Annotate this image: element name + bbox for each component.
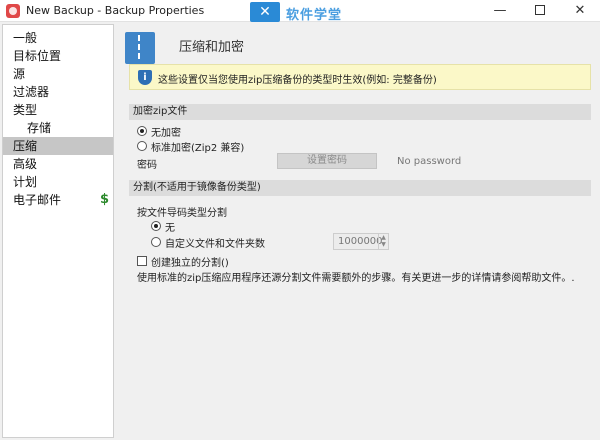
split-custom-radio[interactable]	[151, 237, 161, 247]
app-icon	[6, 4, 20, 18]
stepper-arrows-icon[interactable]: ▲ ▼	[378, 234, 388, 249]
set-password-button[interactable]: 设置密码	[277, 153, 377, 169]
no-encryption-radio[interactable]	[137, 126, 147, 136]
split-group-header: 分割(不适用于镜像备份类型)	[129, 180, 591, 196]
split-count-stepper[interactable]: 1000000 ▲ ▼	[333, 233, 389, 250]
split-count-value: 1000000	[338, 236, 383, 247]
dollar-icon: $	[99, 192, 109, 207]
split-note: 使用标准的zip压缩应用程序还源分割文件需要额外的步骤。有关更进一步的详情请参阅…	[137, 273, 575, 284]
sidebar-item-destination[interactable]: 目标位置	[3, 47, 113, 65]
standard-encryption-radio[interactable]	[137, 141, 147, 151]
separate-split-checkbox[interactable]	[137, 256, 147, 266]
sidebar-item-filters[interactable]: 过滤器	[3, 83, 113, 101]
separate-split-label[interactable]: 创建独立的分割()	[151, 254, 229, 269]
split-by-label: 按文件导码类型分割	[137, 208, 227, 219]
maximize-button[interactable]	[520, 0, 560, 22]
minimize-button[interactable]: —	[480, 0, 520, 22]
sidebar-item-type[interactable]: 类型	[3, 101, 113, 119]
sidebar-item-advanced[interactable]: 高级	[3, 155, 113, 173]
split-custom-label[interactable]: 自定义文件和文件夹数	[165, 235, 265, 250]
watermark-logo-icon: ✕	[250, 2, 280, 22]
compression-panel: 压缩和加密 i 这些设置仅当您使用zip压缩备份的类型时生效(例如: 完整备份)…	[117, 24, 597, 438]
split-none-label[interactable]: 无	[165, 219, 175, 234]
encryption-group-header: 加密zip文件	[129, 104, 591, 120]
sidebar-item-storage[interactable]: 存储	[3, 119, 113, 137]
maximize-icon	[535, 4, 545, 15]
sidebar-item-email-label: 电子邮件	[13, 193, 62, 207]
sidebar-nav: 一般 目标位置 源 过滤器 类型 存储 压缩 高级 计划 电子邮件 $	[2, 24, 114, 438]
section-title: 压缩和加密	[179, 40, 245, 55]
sidebar-item-compression[interactable]: 压缩	[3, 137, 113, 155]
split-none-radio[interactable]	[151, 221, 161, 231]
sidebar-item-general[interactable]: 一般	[3, 29, 113, 47]
close-button[interactable]: ✕	[560, 0, 600, 22]
info-text: 这些设置仅当您使用zip压缩备份的类型时生效(例如: 完整备份)	[158, 75, 437, 86]
info-banner: i 这些设置仅当您使用zip压缩备份的类型时生效(例如: 完整备份)	[129, 64, 591, 90]
sidebar-item-email[interactable]: 电子邮件 $	[3, 191, 113, 209]
password-label: 密码	[137, 160, 157, 171]
password-status: No password	[397, 156, 462, 167]
title-bar: New Backup - Backup Properties ✕ 软件学堂 — …	[0, 0, 600, 23]
no-encryption-label[interactable]: 无加密	[151, 124, 181, 139]
window-title: New Backup - Backup Properties	[26, 4, 205, 17]
sidebar-item-source[interactable]: 源	[3, 65, 113, 83]
sidebar-item-schedule[interactable]: 计划	[3, 173, 113, 191]
zip-archive-icon	[125, 32, 155, 64]
watermark-text: 软件学堂	[286, 8, 343, 23]
shield-info-icon: i	[138, 70, 152, 85]
standard-encryption-label[interactable]: 标准加密(Zip2 兼容)	[151, 139, 244, 154]
